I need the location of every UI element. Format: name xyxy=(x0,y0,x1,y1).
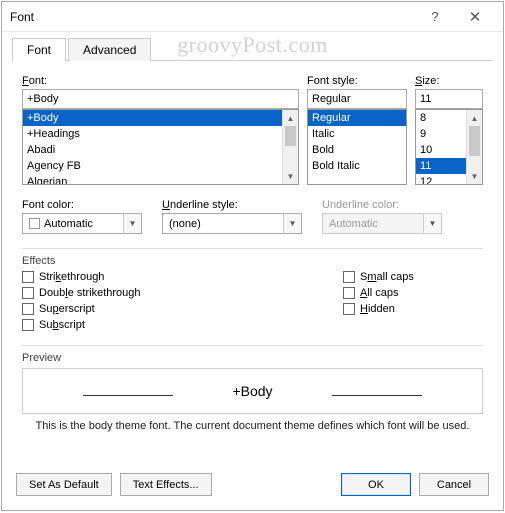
font-listbox[interactable]: +Body +Headings Abadi Agency FB Algerian… xyxy=(22,109,299,185)
all-caps-checkbox[interactable]: All caps xyxy=(343,287,483,299)
button-bar: Set As Default Text Effects... OK Cancel xyxy=(2,463,503,510)
effects-label: Effects xyxy=(22,255,61,267)
preview-text: +Body xyxy=(232,383,272,399)
scrollbar[interactable]: ▲ ▼ xyxy=(282,110,298,184)
font-input[interactable] xyxy=(22,89,299,109)
help-button[interactable]: ? xyxy=(415,3,455,31)
underlinestyle-combo[interactable]: (none) ▼ xyxy=(162,213,302,234)
list-item[interactable]: +Headings xyxy=(23,126,298,142)
color-swatch xyxy=(29,218,40,229)
small-caps-checkbox[interactable]: Small caps xyxy=(343,271,483,283)
list-item[interactable]: Algerian xyxy=(23,174,298,185)
tab-content: Font: +Body +Headings Abadi Agency FB Al… xyxy=(2,61,503,463)
titlebar: Font ? ✕ xyxy=(2,2,503,32)
tab-font[interactable]: Font xyxy=(12,38,66,62)
hidden-checkbox[interactable]: Hidden xyxy=(343,303,483,315)
tab-strip: Font Advanced xyxy=(2,32,503,61)
double-strikethrough-checkbox[interactable]: Double strikethrough xyxy=(22,287,343,299)
font-label: Font: xyxy=(22,75,299,87)
preview-box: +Body xyxy=(22,368,483,414)
subscript-checkbox[interactable]: Subscript xyxy=(22,319,343,331)
size-input[interactable] xyxy=(415,89,483,109)
chevron-down-icon[interactable]: ▼ xyxy=(283,214,301,233)
fontcolor-label: Font color: xyxy=(22,199,142,211)
fontstyle-input[interactable] xyxy=(307,89,407,109)
font-dialog: Font ? ✕ groovyPost.com Font Advanced Fo… xyxy=(1,1,504,511)
close-button[interactable]: ✕ xyxy=(455,3,495,31)
scrollbar[interactable]: ▲ ▼ xyxy=(466,110,482,184)
fontcolor-combo[interactable]: Automatic ▼ xyxy=(22,213,142,234)
underlinestyle-label: Underline style: xyxy=(162,199,302,211)
underlinecolor-label: Underline color: xyxy=(322,199,442,211)
cancel-button[interactable]: Cancel xyxy=(419,473,489,496)
scroll-down-icon[interactable]: ▼ xyxy=(467,168,482,184)
scroll-down-icon[interactable]: ▼ xyxy=(283,168,298,184)
window-title: Font xyxy=(10,10,415,24)
scroll-up-icon[interactable]: ▲ xyxy=(283,110,298,126)
preview-description: This is the body theme font. The current… xyxy=(22,420,483,432)
list-item[interactable]: Abadi xyxy=(23,142,298,158)
list-item[interactable]: Regular xyxy=(308,110,406,126)
list-item[interactable]: Italic xyxy=(308,126,406,142)
tab-advanced[interactable]: Advanced xyxy=(68,38,151,61)
scroll-up-icon[interactable]: ▲ xyxy=(467,110,482,126)
chevron-down-icon[interactable]: ▼ xyxy=(123,214,141,233)
list-item[interactable]: Agency FB xyxy=(23,158,298,174)
strikethrough-checkbox[interactable]: Strikethrough xyxy=(22,271,343,283)
set-default-button[interactable]: Set As Default xyxy=(16,473,112,496)
superscript-checkbox[interactable]: Superscript xyxy=(22,303,343,315)
text-effects-button[interactable]: Text Effects... xyxy=(120,473,212,496)
fontstyle-label: Font style: xyxy=(307,75,407,87)
list-item[interactable]: Bold Italic xyxy=(308,158,406,174)
preview-label: Preview xyxy=(22,352,67,364)
fontstyle-listbox[interactable]: Regular Italic Bold Bold Italic xyxy=(307,109,407,185)
ok-button[interactable]: OK xyxy=(341,473,411,496)
list-item[interactable]: +Body xyxy=(23,110,298,126)
underlinecolor-combo: Automatic ▼ xyxy=(322,213,442,234)
size-label: Size: xyxy=(415,75,483,87)
preview-group: Preview +Body This is the body theme fon… xyxy=(22,345,483,432)
scroll-thumb[interactable] xyxy=(469,126,480,156)
chevron-down-icon: ▼ xyxy=(423,214,441,233)
scroll-thumb[interactable] xyxy=(285,126,296,146)
size-listbox[interactable]: 8 9 10 11 12 ▲ ▼ xyxy=(415,109,483,185)
effects-group: Effects Strikethrough Double strikethrou… xyxy=(22,248,483,331)
list-item[interactable]: Bold xyxy=(308,142,406,158)
